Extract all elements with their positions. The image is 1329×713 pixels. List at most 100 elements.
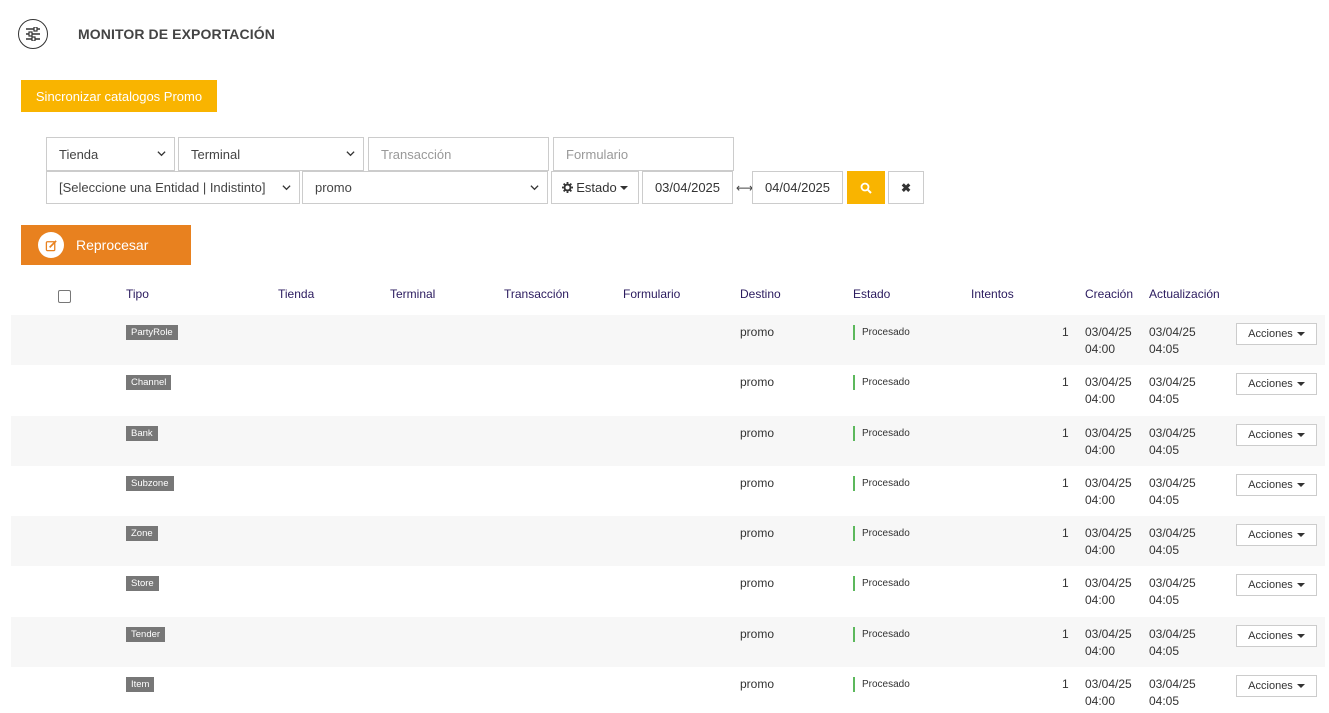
- close-icon: ✖: [900, 180, 912, 195]
- destino-cell: promo: [740, 425, 775, 440]
- acciones-dropdown-button[interactable]: Acciones: [1236, 373, 1317, 396]
- creacion-cell: 03/04/25 04:00: [1085, 526, 1132, 558]
- column-header-destino[interactable]: Destino: [740, 287, 781, 301]
- filters-menu-button[interactable]: [18, 19, 48, 49]
- tipo-badge: Tender: [126, 626, 166, 642]
- caret-down-icon: [1296, 583, 1305, 588]
- actualizacion-cell: 03/04/25 04:05: [1149, 375, 1196, 407]
- estado-dropdown-button[interactable]: Estado: [551, 171, 639, 204]
- column-header-tipo[interactable]: Tipo: [126, 287, 149, 301]
- tipo-badge: Store: [126, 576, 159, 592]
- acciones-dropdown-button[interactable]: Acciones: [1236, 675, 1317, 698]
- estado-status: Procesado: [853, 677, 910, 693]
- formulario-input[interactable]: Formulario: [553, 137, 734, 171]
- acciones-dropdown-button[interactable]: Acciones: [1236, 574, 1317, 597]
- chevron-down-icon: [530, 185, 539, 191]
- intentos-cell: 1: [1062, 576, 1069, 591]
- column-header-actualizacion[interactable]: Actualización: [1149, 287, 1220, 301]
- sync-catalogs-button[interactable]: Sincronizar catalogos Promo: [21, 80, 217, 112]
- creacion-cell: 03/04/25 04:00: [1085, 425, 1132, 457]
- table-row: PartyRole promo Procesado 1 03/04/25 04:0…: [11, 315, 1325, 366]
- reprocess-button-label: Reprocesar: [76, 237, 149, 253]
- tienda-select[interactable]: Tienda: [46, 137, 175, 171]
- caret-down-icon: [1296, 633, 1305, 638]
- reprocess-button[interactable]: Reprocesar: [21, 225, 191, 265]
- destino-cell: promo: [740, 626, 775, 641]
- estado-status: Procesado: [853, 475, 910, 491]
- sliders-icon: [26, 27, 40, 41]
- tipo-badge: Item: [126, 677, 155, 693]
- intentos-cell: 1: [1062, 425, 1069, 440]
- chevron-down-icon: [346, 151, 355, 157]
- gear-icon: [562, 182, 574, 193]
- range-arrow-icon: ⟷: [736, 181, 754, 195]
- entidad-select[interactable]: [Seleccione una Entidad | Indistinto]: [46, 171, 300, 204]
- terminal-select[interactable]: Terminal: [178, 137, 364, 171]
- actualizacion-cell: 03/04/25 04:05: [1149, 475, 1196, 507]
- transaccion-input[interactable]: Transacción: [368, 137, 549, 171]
- estado-status: Procesado: [853, 526, 910, 542]
- creacion-cell: 03/04/25 04:00: [1085, 375, 1132, 407]
- acciones-dropdown-button[interactable]: Acciones: [1236, 423, 1317, 446]
- estado-status: Procesado: [853, 425, 910, 441]
- column-header-creacion[interactable]: Creación: [1085, 287, 1133, 301]
- table-body: PartyRole promo Procesado 1 03/04/25 04:0…: [11, 315, 1325, 713]
- date-to-input[interactable]: 04/04/2025: [752, 171, 843, 204]
- intentos-cell: 1: [1062, 375, 1069, 390]
- tipo-badge: Zone: [126, 526, 158, 542]
- actualizacion-cell: 03/04/25 04:05: [1149, 677, 1196, 709]
- column-header-transaccion[interactable]: Transacción: [504, 287, 569, 301]
- clear-filters-button[interactable]: ✖: [888, 171, 924, 204]
- edit-icon: [38, 232, 64, 258]
- search-button[interactable]: [847, 171, 885, 204]
- tipo-badge: Channel: [126, 375, 172, 391]
- table-row: Store promo Procesado 1 03/04/25 04:00 03…: [11, 566, 1325, 616]
- intentos-cell: 1: [1062, 325, 1069, 339]
- acciones-dropdown-button[interactable]: Acciones: [1236, 323, 1317, 345]
- actualizacion-cell: 03/04/25 04:05: [1149, 325, 1196, 356]
- destino-cell: promo: [740, 475, 775, 490]
- destino-cell: promo: [740, 576, 775, 591]
- actualizacion-cell: 03/04/25 04:05: [1149, 626, 1196, 658]
- intentos-cell: 1: [1062, 475, 1069, 490]
- chevron-down-icon: [157, 151, 166, 157]
- estado-status: Procesado: [853, 375, 910, 391]
- destino-select[interactable]: promo: [302, 171, 548, 204]
- table-row: Tender promo Procesado 1 03/04/25 04:00 0…: [11, 616, 1325, 668]
- tienda-select-value: Tienda: [59, 146, 99, 162]
- actualizacion-cell: 03/04/25 04:05: [1149, 425, 1196, 457]
- date-from-input[interactable]: 03/04/2025: [642, 171, 733, 204]
- acciones-dropdown-button[interactable]: Acciones: [1236, 473, 1317, 496]
- column-header-terminal[interactable]: Terminal: [390, 287, 435, 301]
- column-header-estado[interactable]: Estado: [853, 287, 890, 301]
- creacion-cell: 03/04/25 04:00: [1085, 475, 1132, 507]
- destino-cell: promo: [740, 325, 775, 339]
- column-header-tienda[interactable]: Tienda: [278, 287, 314, 301]
- page-title: MONITOR DE EXPORTACIÓN: [78, 26, 275, 42]
- destino-select-value: promo: [315, 180, 352, 195]
- intentos-cell: 1: [1062, 677, 1069, 692]
- estado-dropdown-label: Estado: [576, 180, 617, 195]
- creacion-cell: 03/04/25 04:00: [1085, 576, 1132, 608]
- column-header-intentos[interactable]: Intentos: [971, 287, 1014, 301]
- caret-down-icon: [1296, 533, 1305, 538]
- table-row: Channel promo Procesado 1 03/04/25 04:00 …: [11, 365, 1325, 415]
- destino-cell: promo: [740, 375, 775, 390]
- caret-down-icon: [1296, 482, 1305, 487]
- caret-down-icon: [1296, 684, 1305, 689]
- acciones-dropdown-button[interactable]: Acciones: [1236, 624, 1317, 647]
- table-row: Bank promo Procesado 1 03/04/25 04:00 03/…: [11, 415, 1325, 466]
- column-header-formulario[interactable]: Formulario: [623, 287, 680, 301]
- table-row: Subzone promo Procesado 1 03/04/25 04:00 …: [11, 466, 1325, 516]
- creacion-cell: 03/04/25 04:00: [1085, 626, 1132, 658]
- select-all-checkbox[interactable]: [58, 290, 71, 303]
- acciones-dropdown-button[interactable]: Acciones: [1236, 524, 1317, 547]
- tipo-badge: Subzone: [126, 475, 174, 491]
- estado-status: Procesado: [853, 325, 910, 340]
- estado-status: Procesado: [853, 626, 910, 642]
- destino-cell: promo: [740, 677, 775, 692]
- caret-down-icon: [619, 185, 628, 190]
- table-row: Zone promo Procesado 1 03/04/25 04:00 03/…: [11, 516, 1325, 567]
- table-header: Tipo Tienda Terminal Transacción Formula…: [11, 282, 1325, 306]
- table-row: Item promo Procesado 1 03/04/25 04:00 03/…: [11, 667, 1325, 713]
